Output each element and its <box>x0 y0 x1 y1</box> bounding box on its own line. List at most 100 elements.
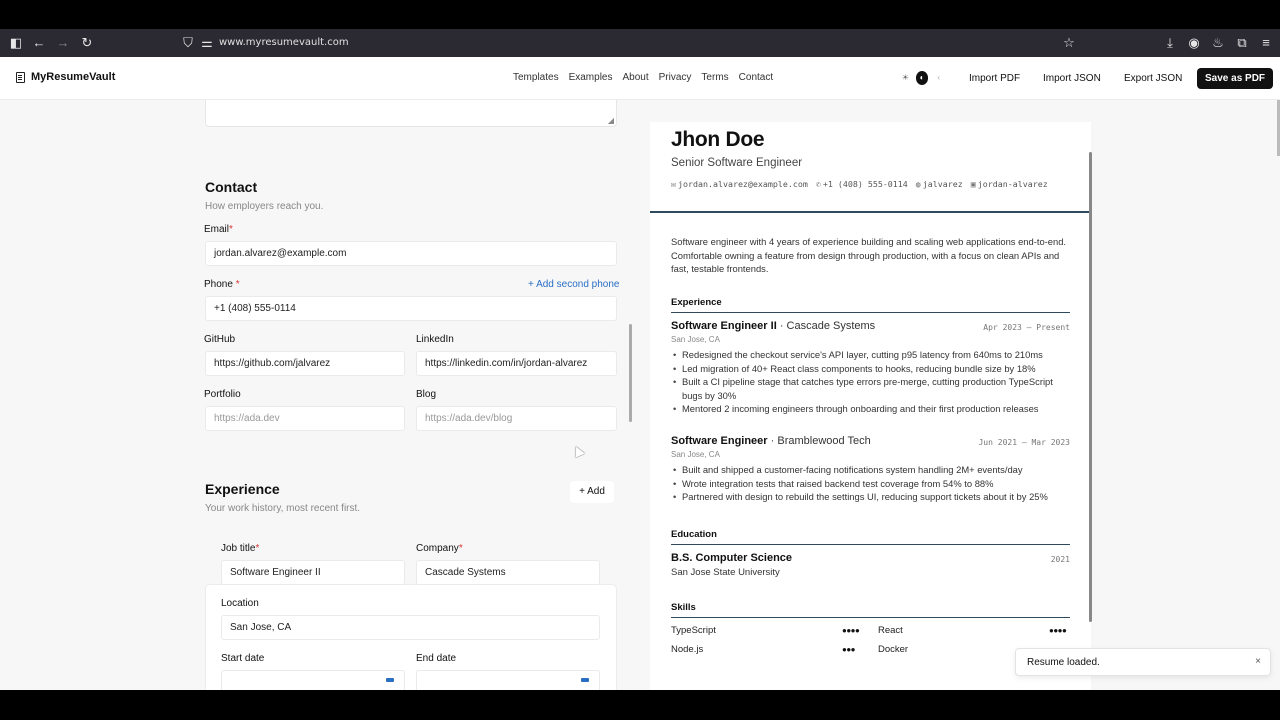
location-label: Location <box>221 598 259 609</box>
import-json-button[interactable]: Import JSON <box>1035 68 1109 89</box>
linkedin-field[interactable]: https://linkedin.com/in/jordan-alvarez <box>416 351 617 376</box>
permissions-icon[interactable]: ⚌ <box>200 36 214 50</box>
job-company: · Cascade Systems <box>779 320 876 332</box>
location-field[interactable]: San Jose, CA <box>221 615 600 640</box>
add-second-phone-link[interactable]: + Add second phone <box>528 279 619 290</box>
blog-label: Blog <box>416 389 437 400</box>
job-bullet: Mentored 2 incoming engineers through on… <box>671 402 1071 416</box>
required-mark: * <box>458 543 463 554</box>
job-title-label-text: Job title <box>221 543 256 554</box>
sun-icon[interactable]: ☀ <box>899 71 912 85</box>
job-location: San Jose, CA <box>671 335 720 344</box>
experience-section-subtitle: Your work history, most recent first. <box>205 503 361 514</box>
email-label-text: Email <box>204 224 230 235</box>
github-field[interactable]: https://github.com/jalvarez <box>205 351 405 376</box>
forward-icon[interactable]: → <box>56 36 70 50</box>
job-bullets: Redesigned the checkout service's API la… <box>671 348 1071 416</box>
menu-icon[interactable]: ≡ <box>1259 36 1273 50</box>
window-bottom-bar <box>0 690 1280 720</box>
experience-section-title: Experience <box>205 481 280 497</box>
mouse-cursor <box>571 444 585 458</box>
theme-toggle: ☀ ◐ ‹ <box>899 69 945 87</box>
chevron-left-icon[interactable]: ‹ <box>932 71 945 85</box>
job-dates: Jun 2021 — Mar 2023 <box>978 438 1070 447</box>
reload-icon[interactable]: ↻ <box>80 36 94 50</box>
toast-notification: Resume loaded. × <box>1015 648 1271 676</box>
phone-label: Phone * <box>204 279 240 290</box>
phone-field[interactable]: +1 (408) 555-0114 <box>205 296 617 321</box>
close-icon[interactable]: × <box>1255 656 1261 667</box>
blog-field[interactable]: https://ada.dev/blog <box>416 406 617 431</box>
company-field[interactable]: Cascade Systems <box>416 560 600 585</box>
add-experience-button[interactable]: + Add <box>570 481 614 503</box>
job-bullets: Built and shipped a customer-facing noti… <box>671 463 1071 504</box>
resume-phone: ✆ +1 (408) 555-0114 <box>816 179 908 189</box>
header-divider <box>650 211 1091 213</box>
start-date-field[interactable] <box>221 670 405 690</box>
resume-linkedin-text: jordan-alvarez <box>977 179 1048 189</box>
resize-handle-icon[interactable]: ◢ <box>608 116 614 125</box>
skill-name: TypeScript <box>671 625 716 636</box>
nav-terms[interactable]: Terms <box>701 72 728 83</box>
skill-name: Node.js <box>671 644 704 655</box>
nav-templates[interactable]: Templates <box>513 72 559 83</box>
email-field[interactable]: jordan.alvarez@example.com <box>205 241 617 266</box>
account-icon[interactable]: ◉ <box>1187 36 1201 50</box>
job-dates: Apr 2023 — Present <box>983 323 1070 332</box>
bookmark-star-icon[interactable]: ☆ <box>1062 36 1076 50</box>
nav-about[interactable]: About <box>622 72 648 83</box>
calendar-icon[interactable] <box>386 678 394 682</box>
nav-contact[interactable]: Contact <box>739 72 773 83</box>
save-as-pdf-button[interactable]: Save as PDF <box>1197 68 1274 89</box>
calendar-icon[interactable] <box>581 678 589 682</box>
contact-section-subtitle: How employers reach you. <box>205 201 324 212</box>
job-title-field[interactable]: Software Engineer II <box>221 560 405 585</box>
skill-name: Docker <box>878 644 909 655</box>
shield-icon[interactable]: ⛉ <box>181 36 195 50</box>
address-bar-url[interactable]: www.myresumevault.com <box>219 36 349 50</box>
start-date-label: Start date <box>221 653 265 664</box>
sidebar-icon[interactable]: ◧ <box>9 36 23 50</box>
skill-level-dots: ●●● <box>842 645 856 654</box>
job-title-label: Job title* <box>221 543 259 554</box>
nav-privacy[interactable]: Privacy <box>659 72 692 83</box>
export-json-button[interactable]: Export JSON <box>1116 68 1191 89</box>
brand-logo[interactable]: MyResumeVault <box>16 71 115 83</box>
job-bullet: Redesigned the checkout service's API la… <box>671 348 1071 362</box>
import-pdf-button[interactable]: Import PDF <box>961 68 1029 89</box>
resume-github-text: jalvarez <box>922 179 963 189</box>
job-location: San Jose, CA <box>671 450 720 459</box>
browser-toolbar: ◧ ← → ↻ ⛉ ⚌ www.myresumevault.com ☆ ⤓ ◉ … <box>0 29 1280 57</box>
puzzle-icon[interactable]: ⧉ <box>1235 36 1249 50</box>
education-degree: B.S. Computer Science <box>671 552 793 564</box>
resume-summary: Software engineer with 4 years of experi… <box>671 236 1067 274</box>
contrast-icon[interactable]: ◐ <box>915 71 929 85</box>
required-mark: * <box>255 543 260 554</box>
job-role: Software Engineer <box>671 435 768 447</box>
skill-level-dots: ●●●● <box>1049 626 1067 635</box>
toast-message: Resume loaded. <box>1027 657 1100 668</box>
job-bullet: Led migration of 40+ React class compone… <box>671 362 1071 376</box>
education-year: 2021 <box>1050 555 1070 564</box>
job-role: Software Engineer II <box>671 320 777 332</box>
experience-heading: Experience <box>671 297 1070 313</box>
education-school: San Jose State University <box>671 567 780 578</box>
job-company: · Bramblewood Tech <box>770 435 871 447</box>
main-nav: Templates Examples About Privacy Terms C… <box>513 72 773 83</box>
portfolio-field[interactable]: https://ada.dev <box>205 406 405 431</box>
editor-scrollbar[interactable] <box>629 324 632 422</box>
page: MyResumeVault Templates Examples About P… <box>0 57 1280 690</box>
summary-textarea[interactable]: ◢ <box>205 100 617 127</box>
linkedin-label: LinkedIn <box>416 334 454 345</box>
extension-icon[interactable]: ♨ <box>1211 36 1225 50</box>
nav-examples[interactable]: Examples <box>569 72 613 83</box>
back-icon[interactable]: ← <box>32 36 46 50</box>
download-icon[interactable]: ⤓ <box>1163 36 1177 50</box>
resume-preview: Jhon Doe Senior Software Engineer ✉ jorda… <box>650 122 1091 690</box>
preview-scrollbar[interactable] <box>1089 152 1092 622</box>
resume-title: Senior Software Engineer <box>671 157 803 169</box>
end-date-field[interactable] <box>416 670 600 690</box>
end-date-label: End date <box>416 653 457 664</box>
required-mark: * <box>235 279 240 290</box>
resume-contact-line: ✉ jordan.alvarez@example.com ✆ +1 (408) 55… <box>671 179 1048 189</box>
